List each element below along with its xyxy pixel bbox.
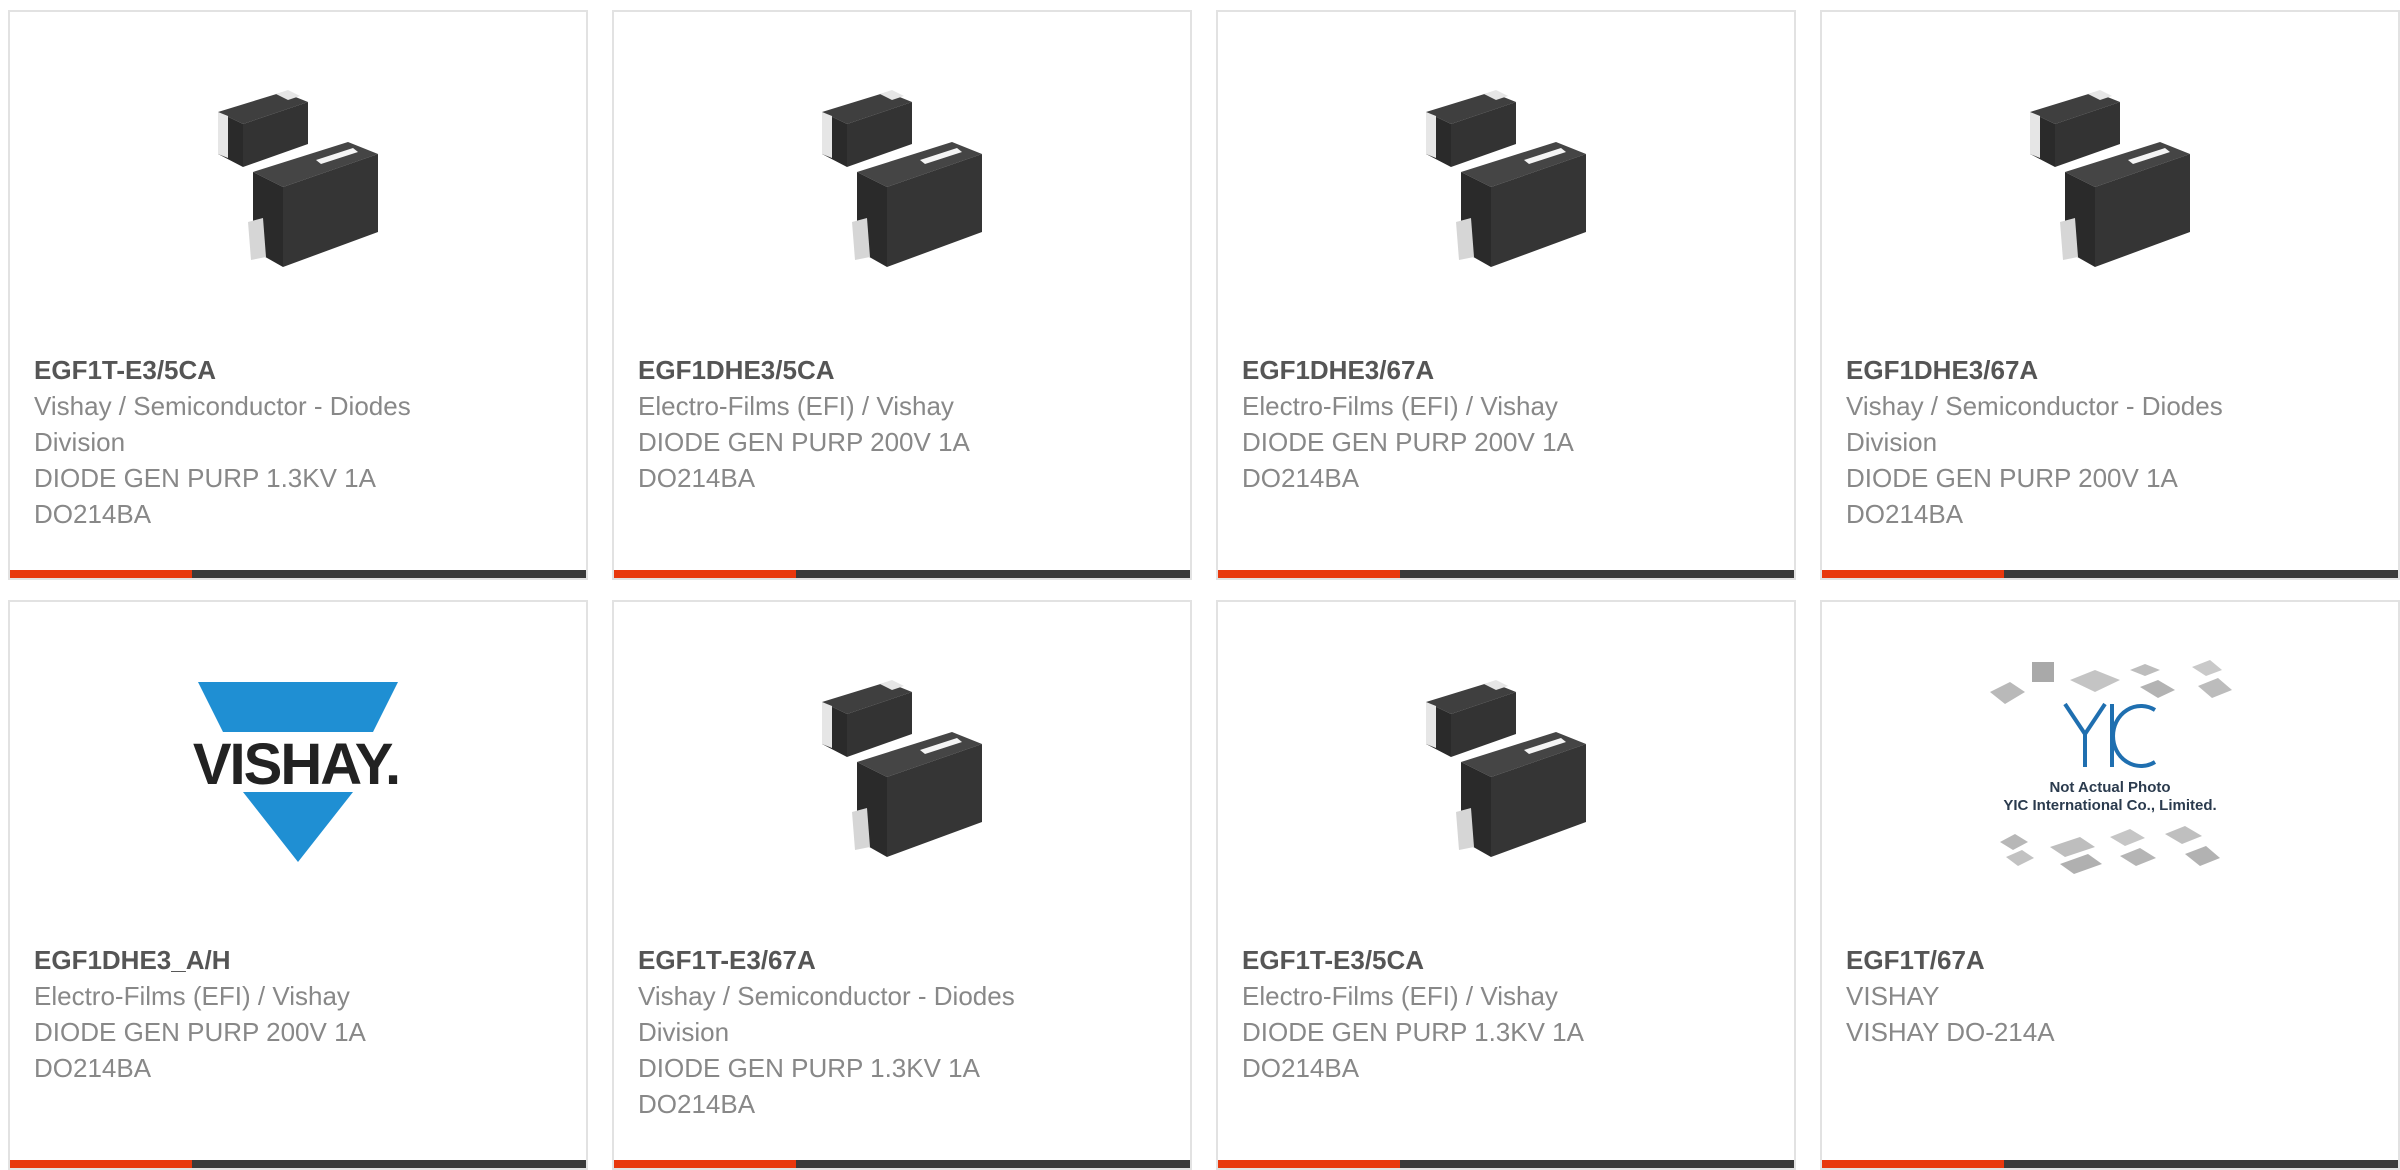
card-accent-bar — [1822, 570, 2004, 578]
manufacturer: Electro-Films (EFI) / Vishay — [34, 981, 350, 1011]
manufacturer: Vishay / Semiconductor - Diodes Division — [638, 981, 1015, 1047]
product-card[interactable]: Not Actual Photo YIC International Co., … — [1820, 600, 2400, 1170]
card-bottom-bar — [614, 570, 1190, 578]
description: DIODE GEN PURP 1.3KV 1A DO214BA — [638, 1053, 980, 1119]
manufacturer: Vishay / Semiconductor - Diodes Division — [1846, 391, 2223, 457]
diode-package-image — [10, 52, 586, 312]
placeholder-caption-line-1: Not Actual Photo — [2049, 779, 2170, 796]
not-actual-photo-placeholder: Not Actual Photo YIC International Co., … — [1822, 642, 2398, 902]
manufacturer: Vishay / Semiconductor - Diodes Division — [34, 391, 411, 457]
diode-package-image — [1218, 52, 1794, 312]
product-info: EGF1T-E3/5CA Vishay / Semiconductor - Di… — [34, 352, 562, 532]
part-number[interactable]: EGF1DHE3/5CA — [638, 352, 1166, 388]
product-info: EGF1T-E3/67A Vishay / Semiconductor - Di… — [638, 942, 1166, 1122]
description: DIODE GEN PURP 1.3KV 1A DO214BA — [34, 463, 376, 529]
product-info: EGF1DHE3/67A Electro-Films (EFI) / Visha… — [1242, 352, 1770, 496]
card-accent-bar — [1218, 570, 1400, 578]
product-grid: EGF1T-E3/5CA Vishay / Semiconductor - Di… — [0, 0, 2400, 1170]
product-card[interactable]: EGF1DHE3/5CA Electro-Films (EFI) / Visha… — [612, 10, 1192, 580]
product-card[interactable]: EGF1T-E3/5CA Vishay / Semiconductor - Di… — [8, 10, 588, 580]
part-number[interactable]: EGF1DHE3_A/H — [34, 942, 562, 978]
description: DIODE GEN PURP 200V 1A DO214BA — [34, 1017, 366, 1083]
card-bottom-bar — [10, 570, 586, 578]
description: DIODE GEN PURP 1.3KV 1A DO214BA — [1242, 1017, 1584, 1083]
diode-package-image — [1218, 642, 1794, 902]
manufacturer: Electro-Films (EFI) / Vishay — [1242, 391, 1558, 421]
product-card[interactable]: EGF1T-E3/5CA Electro-Films (EFI) / Visha… — [1216, 600, 1796, 1170]
product-info: EGF1T/67A VISHAY VISHAY DO-214A — [1846, 942, 2374, 1050]
vishay-logo-text: VISHAY. — [193, 732, 399, 797]
manufacturer: Electro-Films (EFI) / Vishay — [638, 391, 954, 421]
yic-logo-mark — [2063, 702, 2157, 768]
manufacturer: Electro-Films (EFI) / Vishay — [1242, 981, 1558, 1011]
manufacturer: VISHAY — [1846, 981, 1940, 1011]
description: DIODE GEN PURP 200V 1A DO214BA — [638, 427, 970, 493]
placeholder-caption-line-2: YIC International Co., Limited. — [2003, 797, 2216, 814]
product-card[interactable]: EGF1DHE3/67A Vishay / Semiconductor - Di… — [1820, 10, 2400, 580]
description: DIODE GEN PURP 200V 1A DO214BA — [1846, 463, 2178, 529]
product-card[interactable]: EGF1T-E3/67A Vishay / Semiconductor - Di… — [612, 600, 1192, 1170]
product-info: EGF1DHE3/5CA Electro-Films (EFI) / Visha… — [638, 352, 1166, 496]
diode-package-image — [614, 642, 1190, 902]
description: DIODE GEN PURP 200V 1A DO214BA — [1242, 427, 1574, 493]
part-number[interactable]: EGF1DHE3/67A — [1242, 352, 1770, 388]
part-number[interactable]: EGF1T-E3/5CA — [1242, 942, 1770, 978]
part-number[interactable]: EGF1DHE3/67A — [1846, 352, 2374, 388]
diode-package-image — [1822, 52, 2398, 312]
vishay-logo: VISHAY. — [10, 642, 586, 902]
card-accent-bar — [614, 570, 796, 578]
product-card[interactable]: VISHAY. EGF1DHE3_A/H Electro-Films (EFI)… — [8, 600, 588, 1170]
description: VISHAY DO-214A — [1846, 1017, 2055, 1047]
part-number[interactable]: EGF1T/67A — [1846, 942, 2374, 978]
product-info: EGF1DHE3_A/H Electro-Films (EFI) / Visha… — [34, 942, 562, 1086]
card-accent-bar — [10, 570, 192, 578]
product-info: EGF1T-E3/5CA Electro-Films (EFI) / Visha… — [1242, 942, 1770, 1086]
card-bottom-bar — [1218, 570, 1794, 578]
product-info: EGF1DHE3/67A Vishay / Semiconductor - Di… — [1846, 352, 2374, 532]
diode-package-image — [614, 52, 1190, 312]
card-bottom-bar — [1822, 570, 2398, 578]
part-number[interactable]: EGF1T-E3/67A — [638, 942, 1166, 978]
part-number[interactable]: EGF1T-E3/5CA — [34, 352, 562, 388]
product-card[interactable]: EGF1DHE3/67A Electro-Films (EFI) / Visha… — [1216, 10, 1796, 580]
